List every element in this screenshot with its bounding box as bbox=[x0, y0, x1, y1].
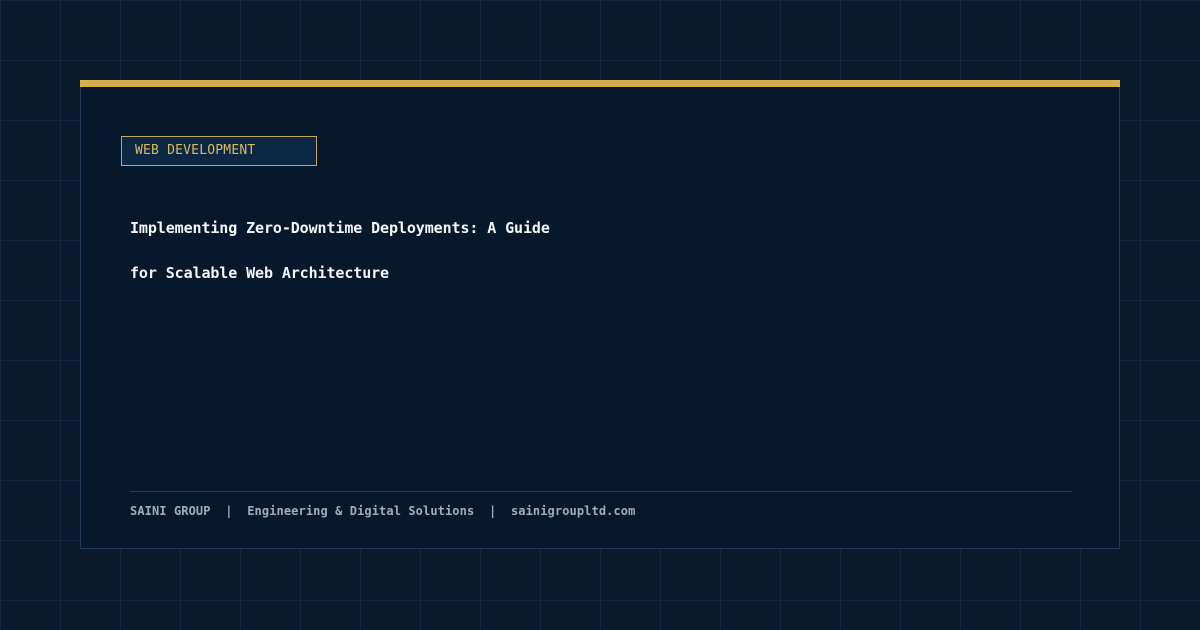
website-link[interactable]: sainigroupltd.com bbox=[511, 504, 636, 518]
company-name: SAINI GROUP bbox=[130, 504, 211, 518]
article-card: WEB DEVELOPMENT Implementing Zero-Downti… bbox=[80, 80, 1120, 549]
category-tag: WEB DEVELOPMENT bbox=[121, 136, 317, 166]
footer-separator: | bbox=[225, 504, 233, 518]
accent-bar bbox=[80, 80, 1120, 87]
article-title: Implementing Zero-Downtime Deployments: … bbox=[130, 219, 550, 282]
footer-divider bbox=[130, 491, 1072, 492]
company-tagline: Engineering & Digital Solutions bbox=[247, 504, 475, 518]
footer-separator: | bbox=[488, 504, 497, 518]
footer: SAINI GROUP | Engineering & Digital Solu… bbox=[130, 504, 635, 518]
